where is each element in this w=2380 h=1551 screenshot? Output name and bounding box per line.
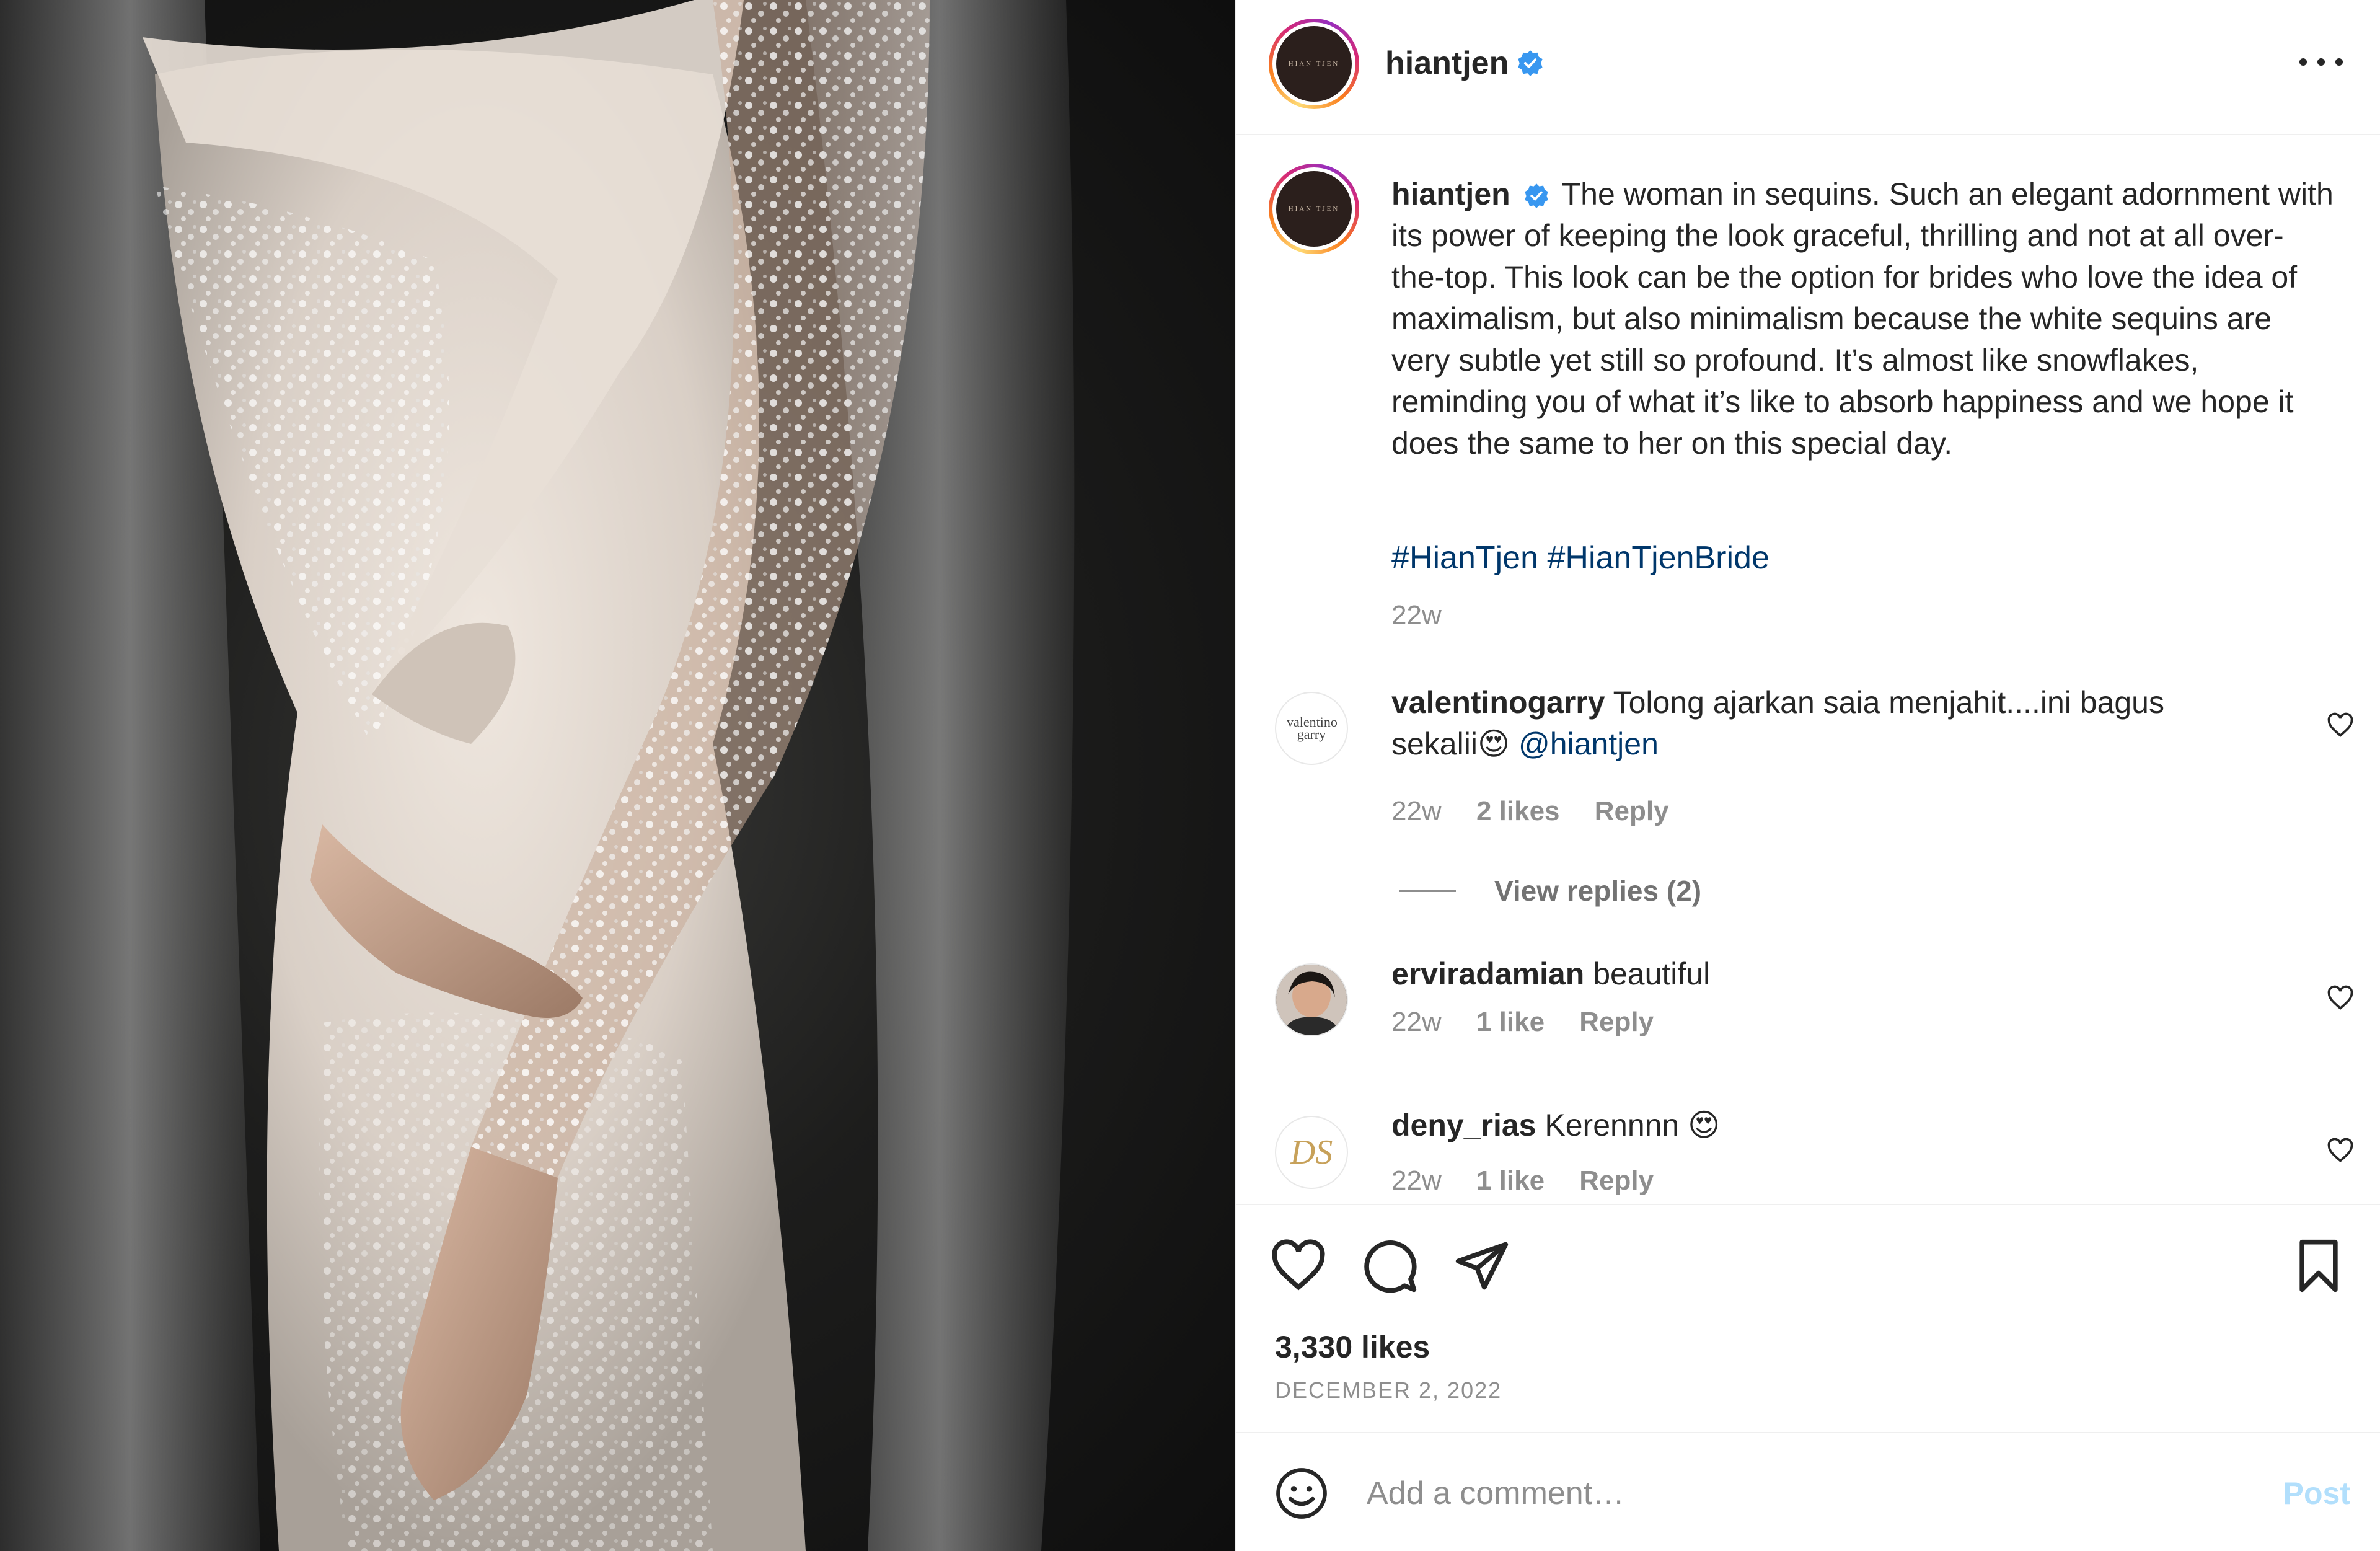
comment-meta: 22w 1 like Reply <box>1391 1165 1681 1196</box>
comment-body: deny_rias Kerennnn 😍 <box>1391 1105 2247 1146</box>
comment-likes[interactable]: 1 like <box>1476 1165 1545 1196</box>
bride-dress-image <box>0 0 1075 1551</box>
author-avatar[interactable]: HIAN TJEN <box>1269 19 1359 109</box>
comment-icon[interactable] <box>1362 1237 1419 1294</box>
comment-age: 22w <box>1391 1165 1442 1196</box>
author-avatar-logo: HIAN TJEN <box>1276 26 1352 102</box>
caption-text: The woman in sequins. Such an elegant ad… <box>1391 177 2334 461</box>
view-replies-button[interactable]: View replies (2) <box>1399 874 1701 908</box>
heart-icon[interactable] <box>2327 984 2354 1012</box>
post-date[interactable]: DECEMBER 2, 2022 <box>1275 1377 1502 1403</box>
comment-avatar-text: valentino garry <box>1287 714 1338 742</box>
comments-list[interactable]: HIAN TJEN hiantjen The woman in sequins.… <box>1236 136 2380 1204</box>
author-username[interactable]: hiantjen <box>1385 45 1509 82</box>
comment-text: Kerennnn 😍 <box>1545 1108 1721 1142</box>
post-side-panel: HIAN TJEN hiantjen HIAN TJEN hiantjen Th… <box>1235 0 2380 1551</box>
comment-username[interactable]: erviradamian <box>1391 957 1584 991</box>
comment-username[interactable]: deny_rias <box>1391 1108 1536 1142</box>
verified-icon <box>1524 183 1548 208</box>
comment-avatar-text: DS <box>1290 1133 1333 1172</box>
comment-body: valentinogarry Tolong ajarkan saia menja… <box>1391 682 2247 765</box>
post-caption: hiantjen The woman in sequins. Such an e… <box>1391 174 2334 464</box>
likes-count[interactable]: 3,330 likes <box>1275 1329 1430 1365</box>
emoji-icon[interactable] <box>1275 1467 1328 1520</box>
profile-photo <box>1276 965 1347 1035</box>
comment-avatar-valentinogarry[interactable]: valentino garry <box>1275 692 1348 765</box>
bookmark-icon[interactable] <box>2290 1237 2347 1294</box>
comment-likes[interactable]: 1 like <box>1476 1007 1545 1037</box>
post-header: HIAN TJEN hiantjen <box>1236 0 2380 135</box>
caption-avatar-logo: HIAN TJEN <box>1276 171 1352 247</box>
comment-body: erviradamian beautiful <box>1391 953 2247 995</box>
add-comment-bar: Post <box>1236 1433 2380 1551</box>
comment-meta: 22w 2 likes Reply <box>1391 796 1696 827</box>
comment-likes[interactable]: 2 likes <box>1476 796 1560 826</box>
comment-mention[interactable]: @hiantjen <box>1518 727 1659 761</box>
comment-input[interactable] <box>1367 1465 2172 1521</box>
caption-hashtags[interactable]: #HianTjen #HianTjenBride <box>1391 539 1770 577</box>
comment-age: 22w <box>1391 1007 1442 1037</box>
comment-reply-button[interactable]: Reply <box>1579 1007 1654 1037</box>
view-replies-label: View replies (2) <box>1494 875 1702 907</box>
comment-text: beautiful <box>1593 957 1711 991</box>
post-actions-bar: 3,330 likes DECEMBER 2, 2022 <box>1236 1204 2380 1433</box>
author-name-block: hiantjen <box>1385 45 1545 82</box>
heart-icon[interactable] <box>2327 1137 2354 1164</box>
comment-username[interactable]: valentinogarry <box>1391 685 1605 720</box>
comment-reply-button[interactable]: Reply <box>1595 796 1669 826</box>
comment-reply-button[interactable]: Reply <box>1579 1165 1654 1196</box>
caption-author-avatar[interactable]: HIAN TJEN <box>1269 164 1359 254</box>
more-icon <box>2299 58 2307 66</box>
share-icon[interactable] <box>1453 1237 1510 1294</box>
comment-meta: 22w 1 like Reply <box>1391 1007 1681 1038</box>
more-options-button[interactable] <box>2299 50 2343 74</box>
replies-divider <box>1399 890 1456 892</box>
heart-icon[interactable] <box>1270 1237 1327 1294</box>
comment-avatar-deny_rias[interactable]: DS <box>1275 1116 1348 1189</box>
comment-avatar-erviradamian[interactable] <box>1275 963 1348 1036</box>
verified-icon <box>1518 50 1543 76</box>
caption-age: 22w <box>1391 600 1442 630</box>
comment-age: 22w <box>1391 796 1442 826</box>
caption-username[interactable]: hiantjen <box>1391 177 1510 211</box>
instagram-post-page: HIAN TJEN hiantjen HIAN TJEN hiantjen Th… <box>0 0 2380 1551</box>
post-comment-button[interactable]: Post <box>2283 1475 2350 1511</box>
post-photo[interactable] <box>0 0 1235 1551</box>
heart-icon[interactable] <box>2327 712 2354 739</box>
